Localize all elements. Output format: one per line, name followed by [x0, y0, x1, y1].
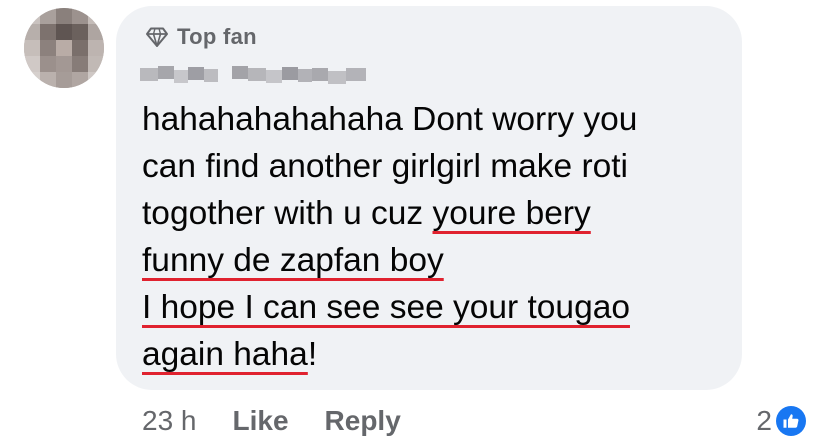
comment-line: again haha!: [142, 331, 738, 378]
comment-container: Top fan hahahahahahaha Dont worry you ca…: [0, 0, 828, 445]
top-fan-badge[interactable]: Top fan: [145, 22, 257, 52]
comment-line: hahahahahahaha Dont worry you: [142, 101, 638, 138]
comment-line: funny de zapfan boy: [142, 237, 738, 284]
comment-text: hahahahahahaha Dont worry you can find a…: [142, 96, 738, 378]
underlined-text: youre bery: [432, 195, 591, 232]
underlined-text: funny de zapfan boy: [142, 242, 444, 279]
like-button[interactable]: Like: [233, 405, 289, 437]
comment-line: I hope I can see see your tougao: [142, 284, 738, 331]
diamond-icon: [145, 25, 169, 49]
thumbs-up-icon: [776, 406, 806, 436]
comment-actions: 23 h Like Reply: [142, 400, 437, 442]
reaction-summary[interactable]: 2: [756, 400, 806, 442]
timestamp[interactable]: 23 h: [142, 405, 197, 437]
reply-button[interactable]: Reply: [325, 405, 401, 437]
avatar[interactable]: [24, 8, 104, 88]
author-name-blurred[interactable]: [140, 62, 370, 88]
comment-line: togother with u cuz youre bery: [142, 190, 738, 237]
comment-text-segment: togother with u cuz: [142, 195, 433, 232]
comment-line: can find another girlgirl make roti: [142, 148, 628, 185]
badge-label: Top fan: [177, 24, 257, 49]
reaction-count: 2: [756, 405, 772, 436]
underlined-text: again haha: [142, 336, 308, 373]
underlined-text: I hope I can see see your tougao: [142, 289, 630, 326]
comment-text-segment: !: [307, 336, 318, 373]
